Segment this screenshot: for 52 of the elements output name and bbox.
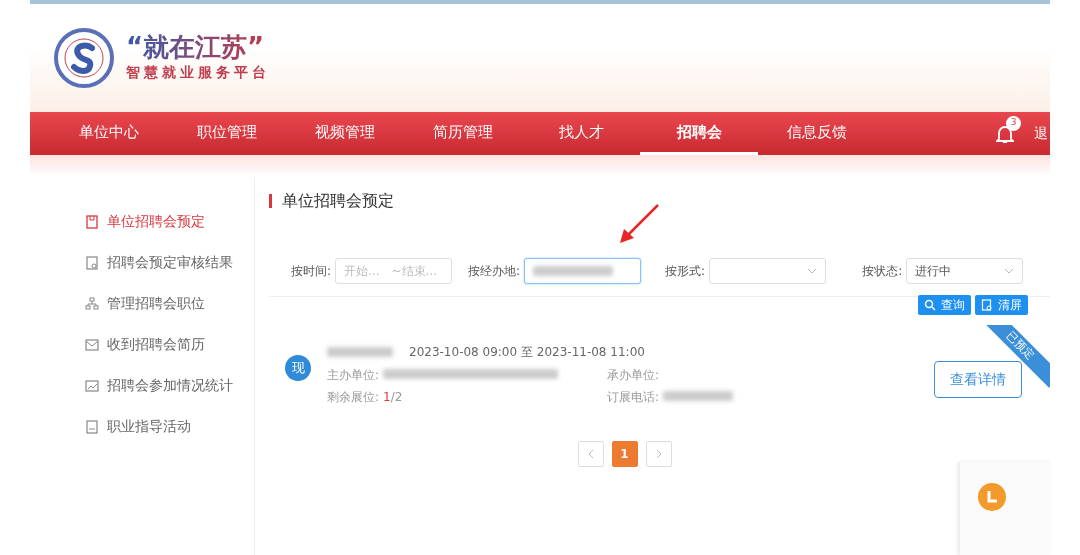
sidebar-item[interactable]: 单位招聘会预定	[30, 201, 254, 242]
nav-tab[interactable]: 单位中心	[50, 112, 168, 155]
field-label: 承办单位:	[607, 367, 660, 384]
nav-tab[interactable]: 视频管理	[286, 112, 404, 155]
sidebar-item[interactable]: 招聘会参加情况统计	[30, 365, 254, 406]
fair-time: 2023-10-08 09:00 至 2023-11-08 11:00	[409, 344, 645, 361]
select-field[interactable]: 进行中	[906, 258, 1024, 284]
sidebar-item[interactable]: 招聘会预定审核结果	[30, 242, 254, 283]
chart-icon	[85, 378, 99, 393]
chevron-down-icon	[807, 268, 818, 274]
filter-label: 按形式:	[665, 263, 706, 280]
chevron-right-icon	[655, 449, 662, 459]
filter-label: 按时间:	[291, 263, 332, 280]
clear-button[interactable]: 清屏	[975, 295, 1028, 315]
chevron-left-icon	[587, 449, 594, 459]
page-title: 单位招聘会预定	[269, 194, 1050, 208]
page-icon	[85, 214, 99, 229]
annotation-arrow	[618, 203, 660, 245]
page-button[interactable]: 1	[611, 441, 638, 467]
document-icon	[85, 419, 99, 434]
filter-label: 按经办地:	[468, 263, 521, 280]
filter-label: 按状态:	[862, 263, 903, 280]
notification-count: 3	[1006, 115, 1021, 131]
sidebar-item[interactable]: 收到招聘会简历	[30, 324, 254, 365]
nav-tab[interactable]: 简历管理	[404, 112, 522, 155]
mail-icon	[85, 337, 99, 352]
field-label: 主办单位:	[327, 367, 380, 384]
location-field[interactable]	[524, 258, 642, 284]
site-subtitle: 智慧就业服务平台	[126, 62, 270, 82]
nav-tab[interactable]: 找人才	[522, 112, 640, 155]
search-icon	[924, 299, 936, 311]
previous-page-button[interactable]	[577, 441, 604, 467]
nav-tab[interactable]: 职位管理	[168, 112, 286, 155]
next-page-button[interactable]	[645, 441, 672, 467]
notification-bell[interactable]	[996, 123, 1014, 144]
hierarchy-icon	[85, 296, 99, 311]
avatar: 现	[285, 355, 311, 381]
logout-link[interactable]: 退	[1030, 123, 1050, 144]
sidebar-item[interactable]: 职业指导活动	[30, 406, 254, 447]
booth-count: 1/2	[383, 389, 403, 406]
search-button[interactable]: 查询	[918, 295, 971, 315]
nav-tab[interactable]: 信息反馈	[758, 112, 876, 155]
field-label: 剩余展位:	[327, 389, 380, 406]
document-icon	[85, 255, 99, 270]
service-icon[interactable]	[978, 483, 1006, 511]
sidebar-item[interactable]: 管理招聘会职位	[30, 283, 254, 324]
details-button[interactable]: 查看详情	[934, 361, 1022, 398]
field-label: 订展电话:	[607, 389, 660, 406]
chevron-down-icon	[1004, 268, 1015, 274]
logo-icon	[54, 28, 114, 88]
select-field[interactable]	[709, 258, 827, 284]
document-icon	[981, 299, 993, 311]
